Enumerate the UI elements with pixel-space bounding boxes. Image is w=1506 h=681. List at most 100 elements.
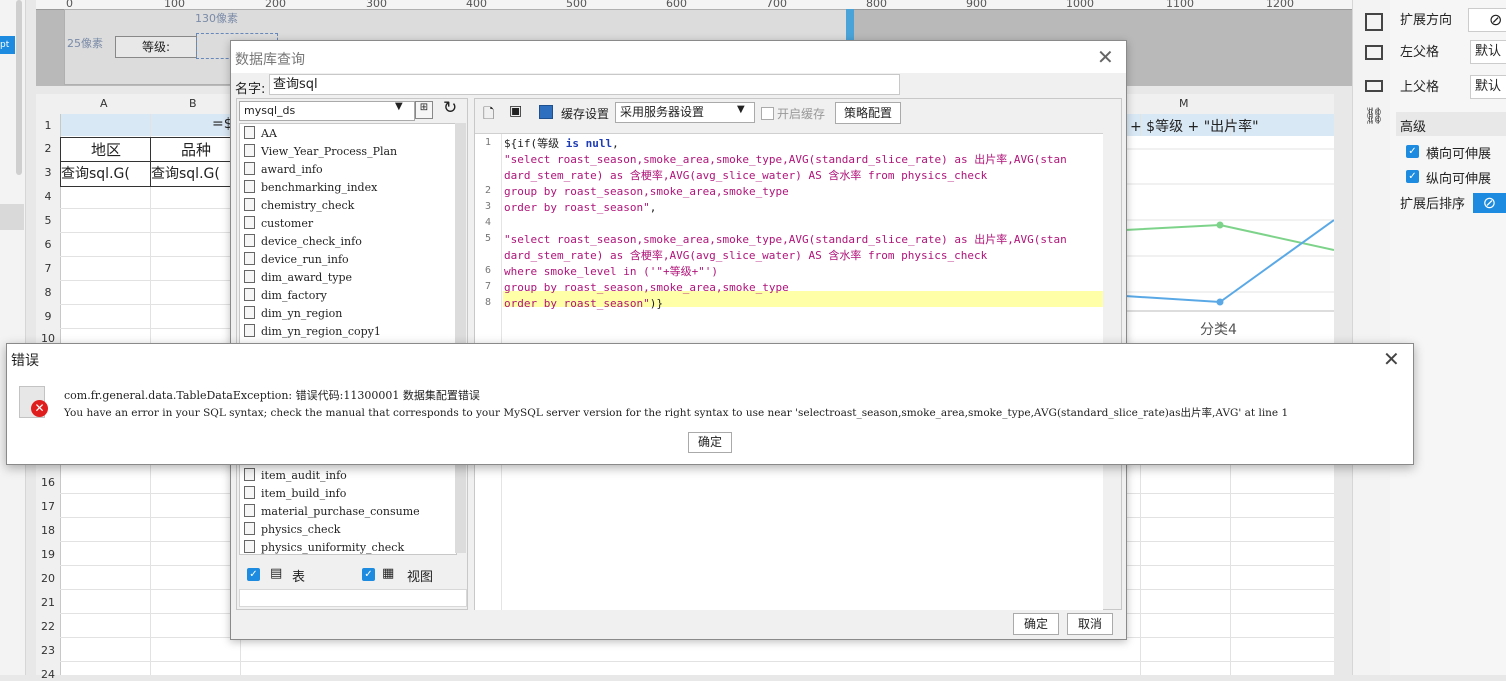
chart-area[interactable] [1124, 136, 1335, 346]
line-number: 7 [484, 281, 491, 292]
line-number: 3 [484, 201, 491, 212]
cache-icon[interactable] [539, 105, 553, 119]
row-number[interactable]: 18 [36, 524, 60, 537]
show-tables-checkbox[interactable]: ✓ [247, 568, 260, 581]
canvas-resize-handle[interactable] [846, 9, 854, 41]
row-number[interactable]: 4 [36, 190, 60, 203]
preview-icon[interactable]: ⊞ [415, 101, 433, 119]
column-label-a[interactable]: A [100, 97, 108, 110]
list-item[interactable]: AA [244, 126, 277, 144]
cell-m1-formula[interactable]: + $等级 + "出片率" [1130, 116, 1259, 136]
condition-icon[interactable] [1365, 80, 1383, 92]
code-token: dard_stem_rate) as 含梗率,AVG(avg_slice_wat… [504, 249, 988, 262]
cell-region-header[interactable]: 地区 [60, 137, 152, 163]
cell-b3[interactable]: 查询sql.G( [150, 161, 242, 187]
list-item[interactable]: device_run_info [244, 252, 349, 270]
enable-cache-label: 开启缓存 [777, 107, 826, 121]
left-scrollbar[interactable] [16, 0, 22, 175]
row-number[interactable]: 17 [36, 500, 60, 513]
chevron-down-icon[interactable]: ▼ [737, 104, 745, 115]
refresh-icon[interactable]: ↻ [443, 98, 457, 118]
list-item[interactable]: customer [244, 216, 313, 234]
row-number[interactable]: 23 [36, 644, 60, 657]
close-icon[interactable]: ✕ [1383, 347, 1400, 371]
list-item[interactable]: item_audit_info [244, 468, 347, 486]
row-number[interactable]: 2 [36, 142, 60, 155]
row-number[interactable]: 7 [36, 262, 60, 275]
table-search-input[interactable] [239, 589, 467, 607]
enable-cache-checkbox[interactable] [761, 107, 774, 120]
cancel-button[interactable]: 取消 [1067, 613, 1113, 635]
list-item[interactable]: award_info [244, 162, 323, 180]
code-line: "select roast_season,smoke_area,smoke_ty… [504, 152, 1067, 168]
list-item-label: item_audit_info [261, 469, 347, 482]
name-input[interactable]: 查询sql [269, 74, 900, 95]
top-parent-select[interactable]: 默认 [1470, 75, 1506, 99]
chevron-down-icon[interactable]: ▼ [395, 101, 403, 112]
error-ok-button[interactable]: 确定 [688, 432, 732, 453]
list-item[interactable]: dim_factory [244, 288, 327, 306]
table-icon [244, 306, 255, 319]
list-item[interactable]: item_build_info [244, 486, 346, 504]
horizontal-expand-checkbox[interactable]: ✓ [1406, 145, 1419, 158]
row-number[interactable]: 6 [36, 238, 60, 251]
ruler-tick: 900 [966, 0, 987, 10]
row-number[interactable]: 20 [36, 572, 60, 585]
row-number[interactable]: 1 [36, 119, 60, 132]
code-token: ${if( [504, 137, 538, 150]
list-item[interactable]: device_check_info [244, 234, 362, 252]
close-icon[interactable]: ✕ [1097, 45, 1114, 69]
chart-category-label: 分类4 [1200, 322, 1237, 338]
code-line: order by roast_season")} [504, 296, 663, 312]
left-parent-select[interactable]: 默认 [1470, 40, 1506, 64]
link-icon[interactable]: ⛓ [1364, 106, 1384, 125]
cell-variety-header[interactable]: 品种 [150, 137, 242, 163]
row-number[interactable]: 5 [36, 214, 60, 227]
code-line: dard_stem_rate) as 含梗率,AVG(avg_slice_wat… [504, 248, 987, 264]
column-label-b[interactable]: B [189, 97, 197, 110]
list-item[interactable]: dim_award_type [244, 270, 352, 288]
code-token: , [649, 201, 657, 214]
table-list-scrollbar[interactable] [455, 123, 466, 553]
column-label-m[interactable]: M [1179, 97, 1189, 110]
row-number[interactable]: 22 [36, 620, 60, 633]
row-number[interactable]: 3 [36, 166, 60, 179]
show-views-checkbox[interactable]: ✓ [362, 568, 375, 581]
left-panel-tab[interactable]: pt [0, 36, 15, 54]
list-item[interactable]: physics_check [244, 522, 340, 540]
table-icon [244, 468, 255, 481]
code-line: order by roast_season", [504, 200, 656, 216]
sort-none-button[interactable]: ⊘ [1473, 193, 1506, 213]
row-number[interactable]: 19 [36, 548, 60, 561]
ok-button[interactable]: 确定 [1013, 613, 1059, 635]
list-item[interactable]: benchmarking_index [244, 180, 377, 198]
list-item[interactable]: physics_uniformity_check [244, 540, 404, 554]
datasource-select[interactable]: mysql_ds [239, 101, 415, 121]
save-icon[interactable]: ▣ [509, 103, 522, 119]
strategy-config-button[interactable]: 策略配置 [835, 102, 901, 124]
list-item[interactable]: dim_yn_region [244, 306, 342, 324]
height-dimension-label: 25像素 [67, 37, 103, 50]
row-number[interactable]: 21 [36, 596, 60, 609]
expand-direction-control[interactable]: ⊘ [1468, 8, 1506, 32]
table-list[interactable]: AA View_Year_Process_Plan award_info ben… [239, 123, 457, 555]
widget-icon[interactable] [1365, 45, 1383, 60]
list-item[interactable]: material_purchase_consume [244, 504, 420, 522]
row-number[interactable]: 16 [36, 476, 60, 489]
line-number: 6 [484, 265, 491, 276]
left-panel-block [0, 204, 24, 230]
cell-a3[interactable]: 查询sql.G( [60, 161, 152, 187]
row-number[interactable]: 8 [36, 286, 60, 299]
row-number[interactable]: 9 [36, 310, 60, 323]
list-item[interactable]: View_Year_Process_Plan [244, 144, 397, 162]
list-item[interactable]: chemistry_check [244, 198, 354, 216]
list-item[interactable]: dim_yn_region_copy1 [244, 324, 381, 342]
cell-attribute-icon[interactable] [1365, 13, 1383, 31]
table-icon [244, 324, 255, 337]
line-number: 8 [484, 297, 491, 308]
preview-icon[interactable]: 🗋 [483, 103, 494, 127]
table-icon [244, 252, 255, 265]
error-dialog-title: 错误 [11, 353, 39, 369]
cache-mode-select[interactable]: 采用服务器设置 [615, 102, 755, 123]
vertical-expand-checkbox[interactable]: ✓ [1406, 170, 1419, 183]
